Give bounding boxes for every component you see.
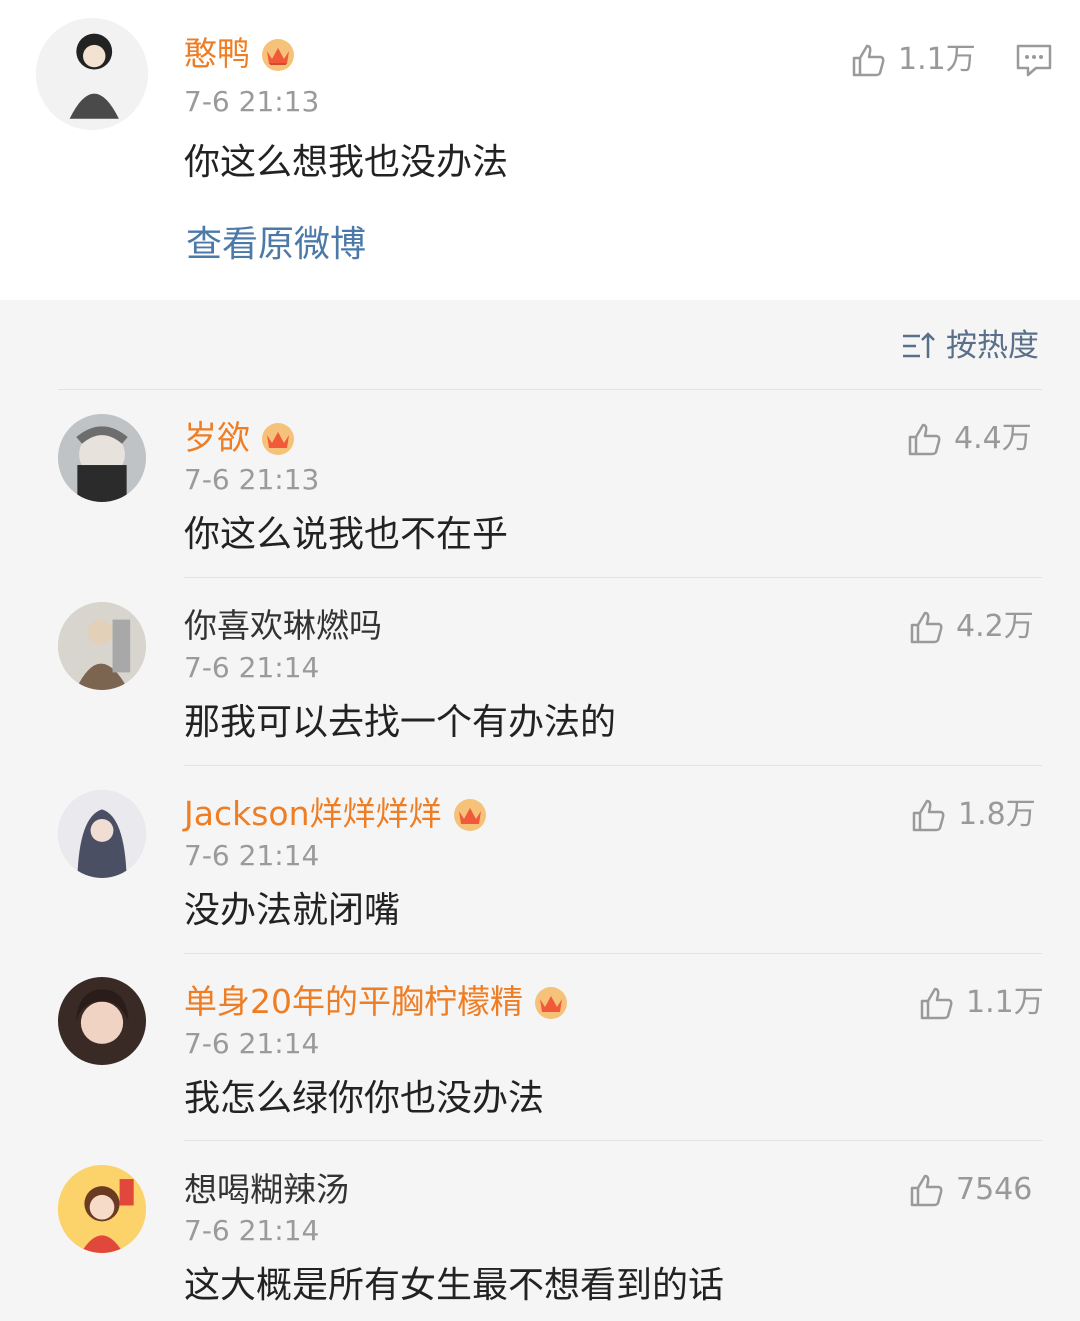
avatar-image — [36, 18, 148, 130]
thumbs-up-icon — [910, 611, 943, 644]
divider — [184, 765, 1042, 766]
comment-content: 你这么说我也不在乎 — [184, 514, 509, 555]
comment-content: 没办法就闭嘴 — [184, 890, 401, 931]
comment-username[interactable]: Jackson烊烊烊烊 — [184, 794, 490, 834]
thumbs-up-icon — [910, 1174, 943, 1207]
comment-time: 7-6 21:14 — [184, 839, 320, 872]
comment-username[interactable]: 岁欲 — [184, 418, 298, 458]
comment-like-count: 7546 — [956, 1172, 1033, 1207]
thumbs-up-icon — [852, 44, 885, 77]
comment-like-button[interactable]: 4.4万 — [904, 419, 1032, 459]
avatar[interactable] — [58, 790, 146, 878]
comment-time: 7-6 21:14 — [184, 1214, 320, 1247]
comment-like-button[interactable]: 1.8万 — [908, 795, 1036, 835]
thumbs-up-icon — [920, 987, 953, 1020]
avatar[interactable] — [58, 977, 146, 1065]
comment-like-button[interactable]: 7546 — [906, 1170, 1032, 1210]
divider — [58, 389, 1042, 390]
comment-username[interactable]: 单身20年的平胸柠檬精 — [184, 982, 571, 1022]
comment-like-count: 1.8万 — [958, 797, 1036, 832]
comment-like-count: 1.1万 — [966, 985, 1044, 1020]
crown-icon — [258, 34, 298, 74]
sort-by-hot-button[interactable]: 按热度 — [900, 326, 1039, 366]
post-like-button[interactable]: 1.1万 — [848, 40, 976, 80]
avatar[interactable] — [58, 1165, 146, 1253]
avatar[interactable] — [36, 18, 148, 130]
comment-like-count: 4.4万 — [954, 421, 1032, 456]
sort-icon — [903, 332, 935, 358]
comment-time: 7-6 21:14 — [184, 1027, 320, 1060]
comment-username[interactable]: 想喝糊辣汤 — [184, 1170, 349, 1210]
crown-icon — [258, 418, 298, 458]
post-username[interactable]: 憨鸭 — [184, 34, 298, 74]
post-like-count: 1.1万 — [898, 42, 976, 77]
thumbs-up-icon — [908, 423, 941, 456]
comment-like-button[interactable]: 1.1万 — [916, 983, 1044, 1023]
crown-icon — [450, 794, 490, 834]
avatar[interactable] — [58, 414, 146, 502]
view-original-link[interactable]: 查看原微博 — [186, 223, 366, 267]
comment-time: 7-6 21:13 — [184, 463, 320, 496]
comment-like-button[interactable]: 4.2万 — [906, 607, 1034, 647]
divider — [184, 1140, 1042, 1141]
comment-icon[interactable] — [1014, 40, 1054, 80]
comment-content: 我怎么绿你你也没办法 — [184, 1078, 545, 1119]
crown-icon — [531, 982, 571, 1022]
post-time: 7-6 21:13 — [184, 85, 320, 118]
divider — [184, 953, 1042, 954]
comment-content: 那我可以去找一个有办法的 — [184, 702, 617, 743]
comment-content: 这大概是所有女生最不想看到的话 — [184, 1265, 725, 1306]
avatar[interactable] — [58, 602, 146, 690]
post-content: 你这么想我也没办法 — [184, 142, 509, 183]
comment-time: 7-6 21:14 — [184, 651, 320, 684]
comment-username[interactable]: 你喜欢琳燃吗 — [184, 606, 382, 646]
original-comment-card: 憨鸭 7-6 21:13 你这么想我也没办法 查看原微博 1.1万 — [0, 0, 1080, 300]
thumbs-up-icon — [912, 799, 945, 832]
divider — [184, 577, 1042, 578]
comment-like-count: 4.2万 — [956, 609, 1034, 644]
